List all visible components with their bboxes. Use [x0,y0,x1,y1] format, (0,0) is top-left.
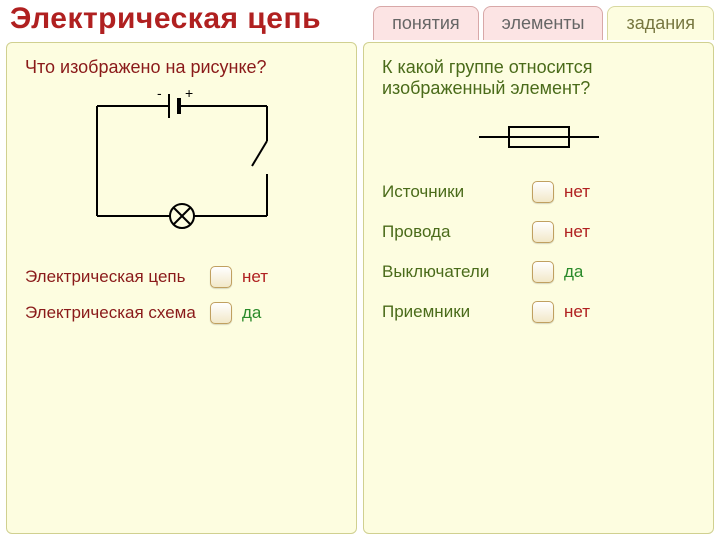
left-options: Электрическая цепь нет Электрическая схе… [25,266,338,324]
battery-minus-label: - [157,86,162,101]
right-question: К какой группе относится изображенный эл… [382,57,695,99]
option-answer: нет [564,222,590,242]
right-options: Источники нет Провода нет Выключатели да… [382,181,695,323]
option-checkbox[interactable] [210,266,232,288]
option-row: Электрическая цепь нет [25,266,338,288]
option-row: Провода нет [382,221,695,243]
option-label: Электрическая схема [25,303,210,323]
option-answer: нет [564,182,590,202]
tab-concepts[interactable]: понятия [373,6,479,40]
option-label: Электрическая цепь [25,267,210,287]
option-row: Электрическая схема да [25,302,338,324]
option-answer: да [564,262,583,282]
content-panels: Что изображено на рисунке? - + [6,42,714,534]
option-row: Выключатели да [382,261,695,283]
right-panel: К какой группе относится изображенный эл… [363,42,714,534]
option-row: Приемники нет [382,301,695,323]
option-answer: да [242,303,261,323]
option-label: Источники [382,182,532,202]
option-label: Приемники [382,302,532,322]
left-question: Что изображено на рисунке? [25,57,338,78]
option-answer: нет [564,302,590,322]
battery-plus-label: + [185,86,193,101]
option-checkbox[interactable] [532,181,554,203]
tab-bar: понятия элементы задания [373,6,714,40]
option-checkbox[interactable] [532,221,554,243]
option-checkbox[interactable] [532,301,554,323]
option-checkbox[interactable] [210,302,232,324]
page-title: Электрическая цепь [10,2,321,36]
circuit-diagram: - + [25,86,338,236]
option-answer: нет [242,267,268,287]
tab-tasks[interactable]: задания [607,6,714,40]
left-panel: Что изображено на рисунке? - + [6,42,357,534]
option-label: Выключатели [382,262,532,282]
circuit-schematic-icon: - + [77,86,287,236]
tab-elements[interactable]: элементы [483,6,604,40]
fuse-symbol-icon [474,117,604,157]
option-checkbox[interactable] [532,261,554,283]
option-label: Провода [382,222,532,242]
option-row: Источники нет [382,181,695,203]
fuse-diagram [382,117,695,157]
